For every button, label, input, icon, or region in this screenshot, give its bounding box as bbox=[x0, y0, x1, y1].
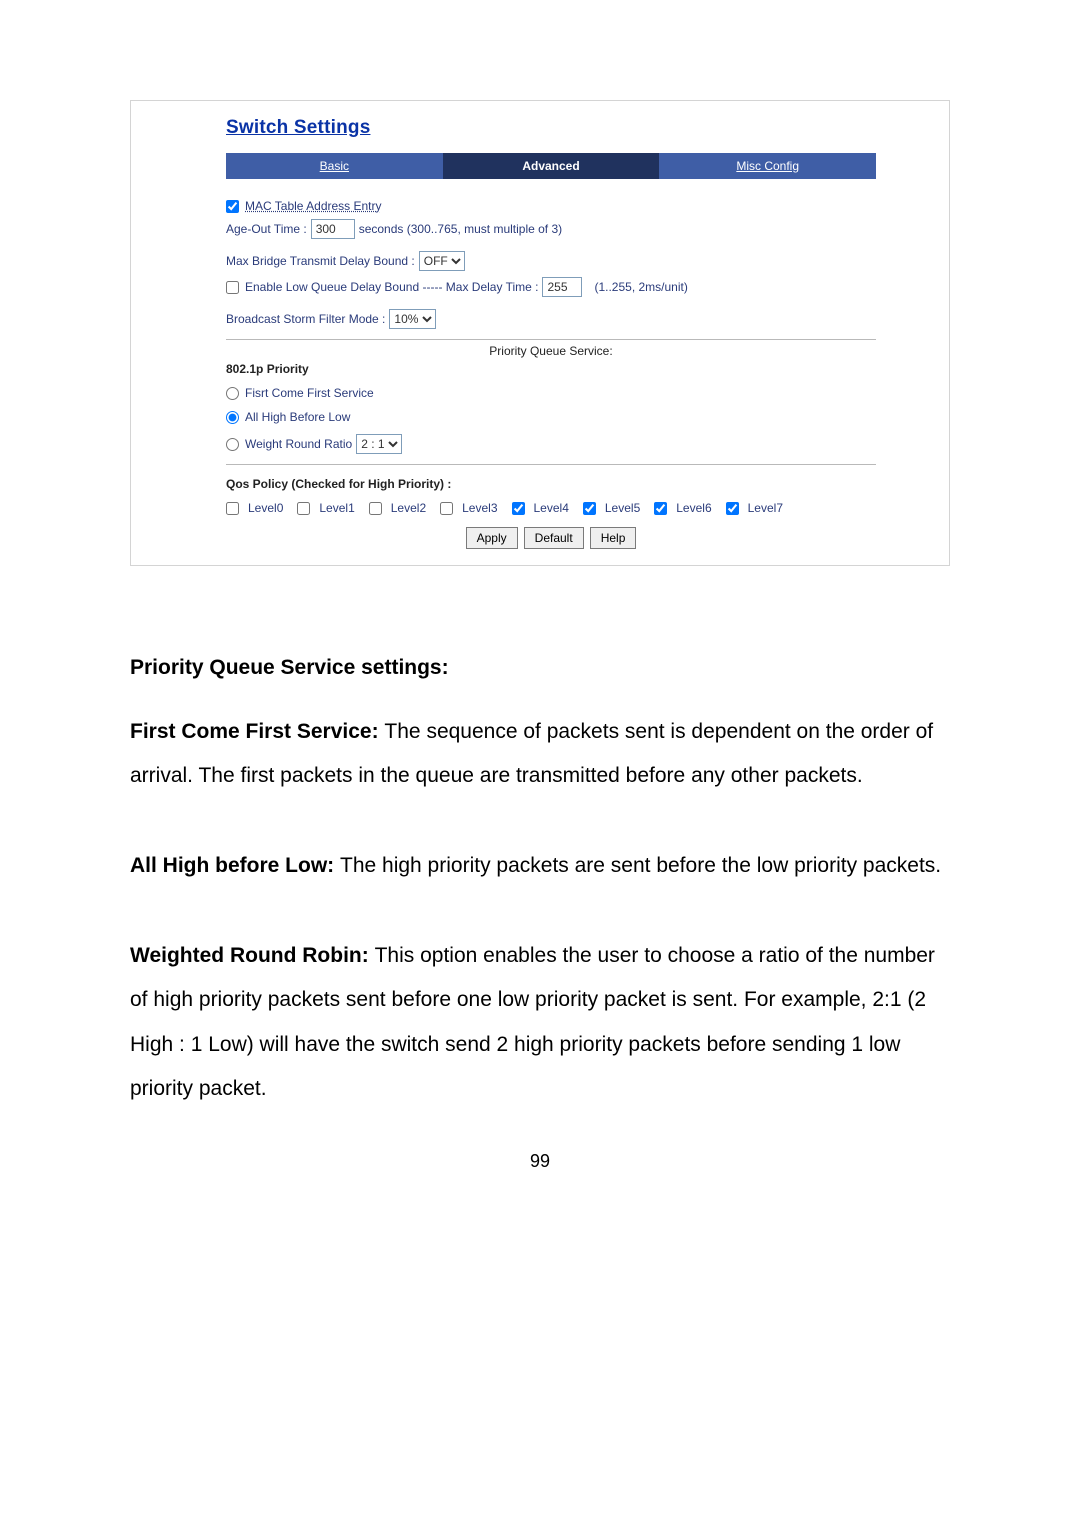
storm-label: Broadcast Storm Filter Mode : bbox=[226, 312, 385, 326]
default-button[interactable]: Default bbox=[524, 527, 584, 549]
doc-allhigh-text: The high priority packets are sent befor… bbox=[340, 854, 941, 877]
p8021p-heading: 802.1p Priority bbox=[226, 362, 876, 376]
panel-title: Switch Settings bbox=[226, 117, 919, 139]
lowq-input[interactable] bbox=[542, 277, 582, 297]
radio-first-come[interactable] bbox=[226, 387, 239, 400]
level4-checkbox[interactable] bbox=[512, 502, 525, 515]
level4-label: Level4 bbox=[534, 501, 569, 515]
radio-all-high[interactable] bbox=[226, 411, 239, 424]
level7-label: Level7 bbox=[748, 501, 783, 515]
lowq-label: Enable Low Queue Delay Bound ----- Max D… bbox=[245, 280, 538, 294]
tab-basic[interactable]: Basic bbox=[226, 153, 443, 179]
mac-entry-label: MAC Table Address Entry bbox=[245, 199, 382, 213]
level2-label: Level2 bbox=[391, 501, 426, 515]
doc-allhigh-term: All High before Low: bbox=[130, 854, 340, 877]
wrr-ratio-select[interactable]: 2 : 1 bbox=[356, 434, 402, 454]
ageout-hint: seconds (300..765, must multiple of 3) bbox=[359, 222, 562, 236]
doc-body: Priority Queue Service settings: First C… bbox=[130, 646, 950, 1111]
page-number: 99 bbox=[130, 1151, 950, 1172]
doc-heading: Priority Queue Service settings: bbox=[130, 656, 449, 679]
radio-wrr-label: Weight Round Ratio bbox=[245, 437, 352, 451]
tab-misc[interactable]: Misc Config bbox=[659, 153, 876, 179]
ageout-input[interactable] bbox=[311, 219, 355, 239]
level6-checkbox[interactable] bbox=[654, 502, 667, 515]
level5-checkbox[interactable] bbox=[583, 502, 596, 515]
level3-checkbox[interactable] bbox=[440, 502, 453, 515]
level2-checkbox[interactable] bbox=[369, 502, 382, 515]
radio-first-come-label: Fisrt Come First Service bbox=[245, 386, 374, 400]
apply-button[interactable]: Apply bbox=[466, 527, 518, 549]
level3-label: Level3 bbox=[462, 501, 497, 515]
tab-bar: Basic Advanced Misc Config bbox=[226, 153, 876, 179]
divider-2 bbox=[226, 464, 876, 465]
level0-checkbox[interactable] bbox=[226, 502, 239, 515]
lowq-checkbox[interactable] bbox=[226, 281, 239, 294]
level7-checkbox[interactable] bbox=[726, 502, 739, 515]
lowq-hint: (1..255, 2ms/unit) bbox=[594, 280, 687, 294]
level5-label: Level5 bbox=[605, 501, 640, 515]
doc-fcfs-term: First Come First Service: bbox=[130, 720, 384, 743]
level1-checkbox[interactable] bbox=[297, 502, 310, 515]
divider bbox=[226, 339, 876, 340]
pqs-heading: Priority Queue Service: bbox=[226, 344, 876, 358]
settings-panel: Switch Settings Basic Advanced Misc Conf… bbox=[130, 100, 950, 566]
qos-levels: Level0 Level1 Level2 Level3 Level4 Level… bbox=[226, 501, 876, 515]
doc-wrr-term: Weighted Round Robin: bbox=[130, 944, 375, 967]
help-button[interactable]: Help bbox=[590, 527, 637, 549]
ageout-label: Age-Out Time : bbox=[226, 222, 307, 236]
bridge-label: Max Bridge Transmit Delay Bound : bbox=[226, 254, 415, 268]
radio-wrr[interactable] bbox=[226, 438, 239, 451]
doc-wrr-text: This option enables the user to choose a… bbox=[130, 944, 935, 1099]
radio-all-high-label: All High Before Low bbox=[245, 410, 350, 424]
storm-select[interactable]: 10% bbox=[389, 309, 436, 329]
level0-label: Level0 bbox=[248, 501, 283, 515]
mac-entry-checkbox[interactable] bbox=[226, 200, 239, 213]
bridge-select[interactable]: OFF bbox=[419, 251, 465, 271]
tab-advanced[interactable]: Advanced bbox=[443, 153, 660, 179]
level1-label: Level1 bbox=[319, 501, 354, 515]
level6-label: Level6 bbox=[676, 501, 711, 515]
qos-heading: Qos Policy (Checked for High Priority) : bbox=[226, 477, 876, 491]
